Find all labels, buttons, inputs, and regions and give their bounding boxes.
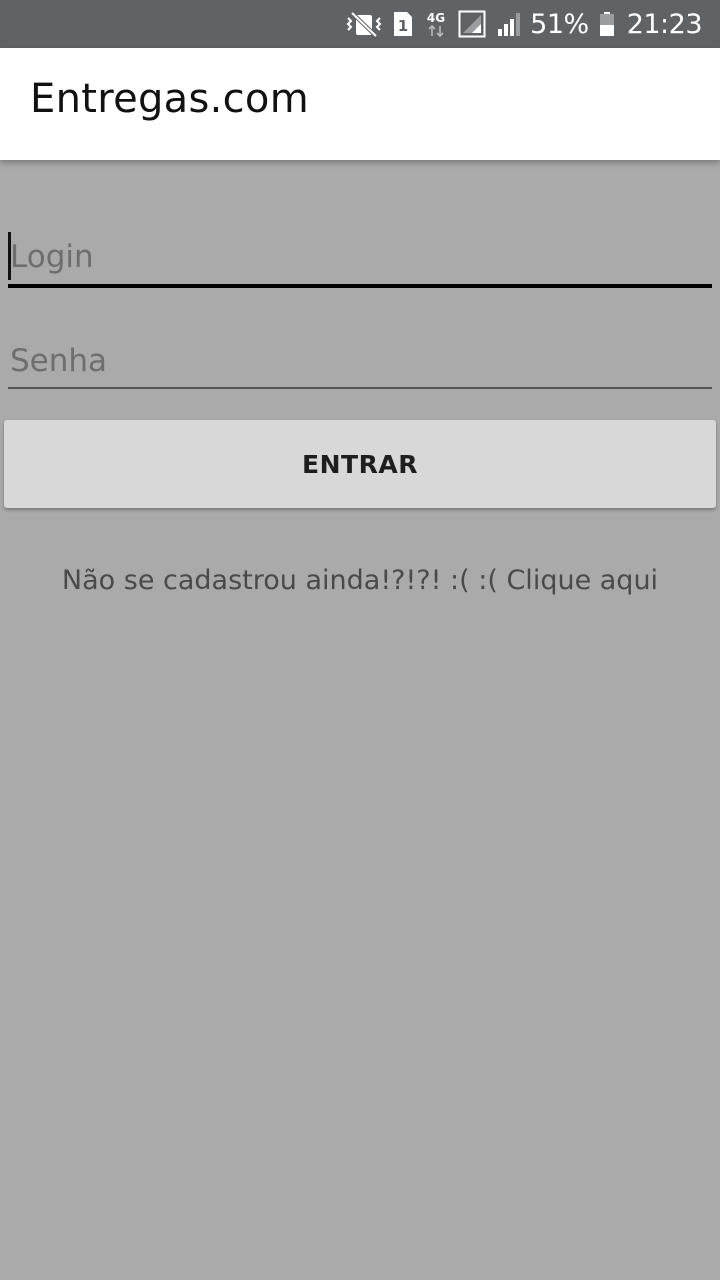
- 4g-icon: 4G: [424, 0, 448, 48]
- senha-input[interactable]: [8, 336, 712, 386]
- login-form: ENTRAR Não se cadastrou ainda!?!?! :( :(…: [0, 160, 720, 1280]
- text-cursor: [8, 232, 11, 280]
- entrar-button[interactable]: ENTRAR: [4, 420, 716, 508]
- app-title: Entregas.com: [30, 76, 309, 122]
- login-underline: [8, 284, 712, 288]
- network-label: 4G: [427, 11, 445, 25]
- senha-underline: [8, 387, 712, 389]
- battery-icon: [599, 0, 615, 48]
- signal-sim1-icon: [458, 0, 486, 48]
- vibrate-icon: [346, 0, 382, 48]
- sim-label: 1: [398, 17, 408, 35]
- signup-link[interactable]: Não se cadastrou ainda!?!?! :( :( Clique…: [0, 565, 720, 596]
- login-input[interactable]: [8, 232, 712, 282]
- signal-sim2-icon: [496, 0, 522, 48]
- battery-percent: 51%: [530, 8, 589, 40]
- login-field-container: [8, 232, 712, 290]
- status-time: 21:23: [626, 8, 703, 40]
- app-bar: Entregas.com: [0, 48, 720, 160]
- senha-field-container: [8, 336, 712, 390]
- status-bar: 1 4G 51% 21:23: [0, 0, 720, 48]
- sim-1-icon: 1: [392, 0, 414, 48]
